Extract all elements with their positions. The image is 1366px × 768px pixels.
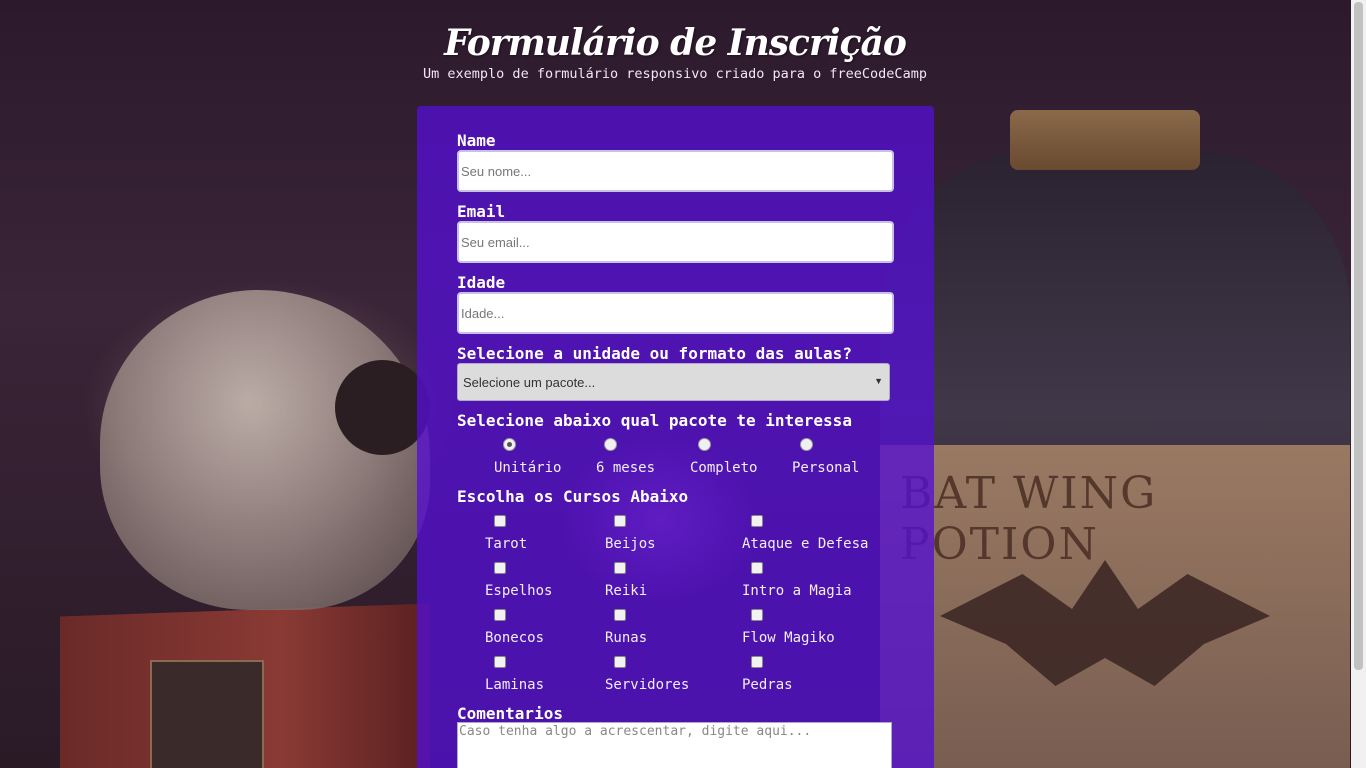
background-book-spine [150, 660, 264, 768]
unit-dropdown[interactable]: Selecione um pacote... ▼ [457, 363, 890, 401]
chevron-down-icon: ▼ [874, 376, 883, 386]
package-radio-unitario[interactable] [503, 438, 516, 451]
course-label: Reiki [605, 583, 648, 599]
course-checkbox-beijos[interactable] [614, 515, 626, 527]
package-option-label: Unitário [494, 460, 562, 476]
course-label: Laminas [485, 677, 545, 693]
unit-dropdown-value: Selecione um pacote... [463, 374, 596, 390]
course-checkbox-flow-magiko[interactable] [751, 609, 763, 621]
courses-label: Escolha os Cursos Abaixo [457, 487, 689, 506]
background-bottle-cork [1010, 110, 1200, 170]
course-checkbox-ataque-e-defesa[interactable] [751, 515, 763, 527]
course-checkbox-intro-a-magia[interactable] [751, 562, 763, 574]
course-label: Flow Magiko [742, 630, 835, 646]
background-label-text: BAT WING POTION [900, 468, 1158, 570]
name-input[interactable] [457, 150, 894, 192]
course-label: Ataque e Defesa [742, 536, 869, 552]
package-option-label: Personal [792, 460, 860, 476]
name-label: Name [457, 131, 496, 150]
page-header: Formulário de Inscrição Um exemplo de fo… [0, 22, 1350, 82]
course-label: Espelhos [485, 583, 553, 599]
course-label: Servidores [605, 677, 690, 693]
course-checkbox-pedras[interactable] [751, 656, 763, 668]
course-label: Runas [605, 630, 648, 646]
package-option-label: Completo [690, 460, 758, 476]
course-checkbox-reiki[interactable] [614, 562, 626, 574]
package-label: Selecione abaixo qual pacote te interess… [457, 411, 852, 430]
package-radio-6-meses[interactable] [604, 438, 617, 451]
background-skull-eye [335, 360, 430, 455]
page-subtitle: Um exemplo de formulário responsivo cria… [423, 66, 927, 82]
age-input[interactable] [457, 292, 894, 334]
email-label: Email [457, 202, 506, 221]
course-label: Bonecos [485, 630, 545, 646]
course-label: Beijos [605, 536, 656, 552]
course-checkbox-laminas[interactable] [494, 656, 506, 668]
package-option-label: 6 meses [596, 460, 656, 476]
page-scrollbar[interactable] [1351, 0, 1366, 768]
page-title: Formulário de Inscrição [444, 22, 907, 64]
package-radio-personal[interactable] [800, 438, 813, 451]
age-label: Idade [457, 273, 506, 292]
course-checkbox-espelhos[interactable] [494, 562, 506, 574]
course-checkbox-runas[interactable] [614, 609, 626, 621]
course-checkbox-servidores[interactable] [614, 656, 626, 668]
unit-label: Selecione a unidade ou formato das aulas… [457, 344, 852, 363]
course-label: Tarot [485, 536, 528, 552]
comments-textarea[interactable]: Caso tenha algo a acrescentar, digite aq… [457, 722, 892, 768]
course-label: Intro a Magia [742, 583, 852, 599]
course-label: Pedras [742, 677, 793, 693]
scrollbar-thumb[interactable] [1354, 2, 1363, 670]
email-input[interactable] [457, 221, 894, 263]
package-radio-completo[interactable] [698, 438, 711, 451]
comments-label: Comentarios [457, 704, 563, 723]
course-checkbox-bonecos[interactable] [494, 609, 506, 621]
course-checkbox-tarot[interactable] [494, 515, 506, 527]
